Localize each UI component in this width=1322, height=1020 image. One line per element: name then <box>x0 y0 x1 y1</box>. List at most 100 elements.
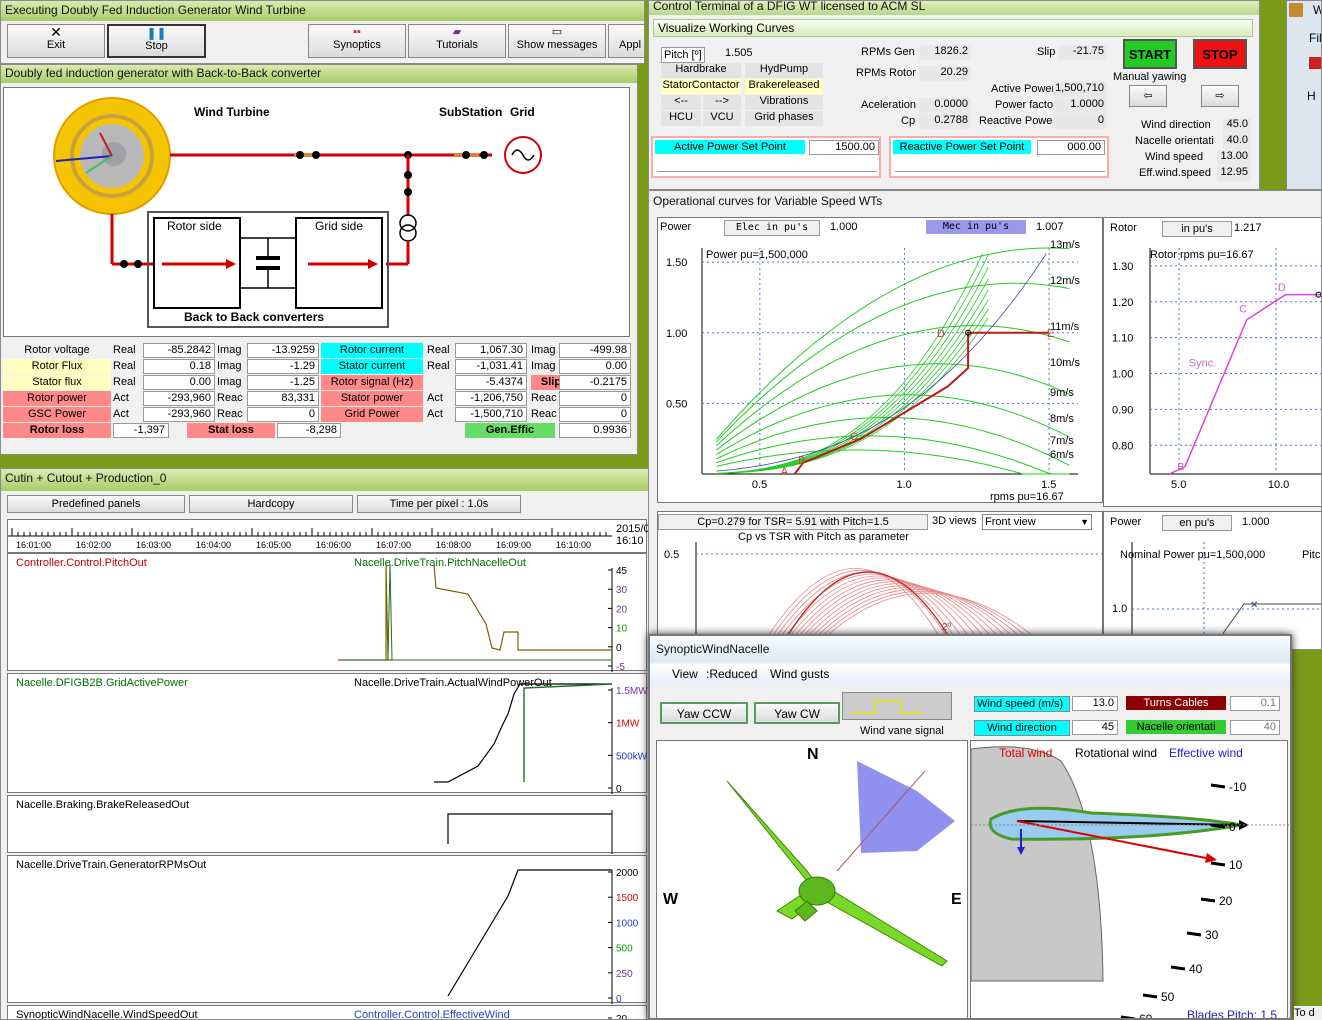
status-toggle[interactable]: StatorContactor <box>661 79 741 94</box>
angle-tick <box>1200 897 1216 903</box>
status-toggle[interactable]: Brakereleased <box>745 79 823 94</box>
trend-tick-label: 0 <box>616 643 622 654</box>
y-tick-label: 0.50 <box>666 398 687 410</box>
trend-trace <box>338 563 612 661</box>
north-label: N <box>807 746 819 763</box>
close-icon: ✕ <box>50 24 62 40</box>
wind-speed-value: 13.00 <box>1217 150 1251 165</box>
status-toggle[interactable]: <-- <box>661 95 701 110</box>
cp-value: 0.2788 <box>919 114 971 129</box>
row-name: Stator power <box>321 391 423 406</box>
rps-input[interactable]: 000.00 <box>1037 140 1105 155</box>
blade-shape <box>726 780 823 892</box>
time-label: 16:02:00 <box>76 540 111 550</box>
substation-label: SubStation <box>439 105 502 119</box>
file-menu[interactable]: Fil <box>1309 31 1321 45</box>
status-toggle[interactable]: Grid phases <box>745 111 823 126</box>
time-label: 16:09:00 <box>496 540 531 550</box>
trend-tick-label: 0 <box>616 784 622 794</box>
row-name: Rotor power <box>3 391 111 406</box>
visualize-tab[interactable]: Visualize Working Curves <box>653 19 1253 37</box>
yaw-left-button[interactable]: ⇦ <box>1129 85 1167 107</box>
rps-slider[interactable] <box>895 164 1105 172</box>
time-per-pixel-button[interactable]: Time per pixel : 1.0s <box>357 495 521 513</box>
wind-speed-label: 6m/s <box>1050 449 1074 461</box>
blades-pitch-label: Blades Pitch: 1.5 <box>1187 1008 1277 1020</box>
slip-label: Slip <box>1037 46 1056 58</box>
show-messages-button[interactable]: ▭ Show messages <box>508 24 606 58</box>
menu-view[interactable]: View <box>672 667 698 681</box>
syn-title: SynopticWindNacelle <box>650 636 1290 662</box>
synoptics-button[interactable]: ▪▪ Synoptics <box>308 24 406 58</box>
wind-turbine-label: Wind Turbine <box>194 105 270 119</box>
stop-button[interactable]: ❚❚ Stop <box>107 24 206 58</box>
manual-yaw-label: Manual yawing <box>1113 71 1187 83</box>
appl-button[interactable]: Appl <box>608 24 644 58</box>
yaw-right-button[interactable]: ⇨ <box>1201 85 1239 107</box>
row-tag: Imag <box>217 344 242 356</box>
trend-tick-label: 1500 <box>616 893 639 904</box>
row-tag: Imag <box>217 376 242 388</box>
wind-speed-label: 11m/s <box>1050 321 1080 333</box>
x-tick-label: 0.5 <box>752 479 767 491</box>
trend-tick-label: 20 <box>616 1014 628 1020</box>
pause-icon: ❚❚ <box>146 26 167 40</box>
menu-reduced[interactable]: :Reduced <box>706 667 757 681</box>
y-tick-label: 1.30 <box>1112 261 1133 273</box>
syn-wd-value[interactable]: 45 <box>1072 720 1118 735</box>
syn-ws-value[interactable]: 13.0 <box>1072 696 1118 711</box>
wind-dir-value: 45.0 <box>1223 118 1251 133</box>
status-toggle[interactable]: Hardbrake <box>661 63 741 78</box>
trend-tick-label: 0 <box>616 994 622 1004</box>
wind-speed-label: Wind speed <box>1145 151 1204 163</box>
yaw-ccw-button[interactable]: Yaw CCW <box>660 702 748 724</box>
row-tag: Real <box>427 344 450 356</box>
vane-label: Wind vane signal <box>860 725 944 737</box>
x-tick-label: 5.0 <box>1171 479 1186 491</box>
sync-label: Sync. <box>1189 357 1217 369</box>
row-value: -293,960 <box>143 407 215 422</box>
status-toggle[interactable]: HCU <box>661 111 701 126</box>
stop-turbine-button[interactable]: STOP <box>1193 39 1247 69</box>
cutin-window: Cutin + Cutout + Production_0 Predefined… <box>0 468 649 1020</box>
rps-box: Reactive Power Set Point 000.00 <box>889 136 1109 178</box>
turns-value: 0.1 <box>1230 696 1280 711</box>
dfig-title: Doubly fed induction generator with Back… <box>1 65 637 83</box>
rotor-side-label: Rotor side <box>167 219 222 233</box>
trend-tick-label: 45 <box>616 566 628 577</box>
right-edge-window: W Fil H <box>1286 0 1322 190</box>
aps-slider[interactable] <box>657 164 877 172</box>
row-value: -1.29 <box>247 359 319 374</box>
trend-panel: Controller.Control.PitchOut Nacelle.Drive… <box>7 553 647 672</box>
home-tab[interactable]: H <box>1307 89 1316 103</box>
arrow-left-icon: ⇦ <box>1143 90 1153 102</box>
west-label: W <box>663 891 679 908</box>
hardcopy-button[interactable]: Hardcopy <box>189 495 353 513</box>
predefined-panels-button[interactable]: Predefined panels <box>7 495 185 513</box>
grid-side-label: Grid side <box>315 219 363 233</box>
control-terminal: Control Terminal of a DFIG WT licensed t… <box>648 0 1260 190</box>
row-name: Stator flux <box>3 375 111 390</box>
yaw-cw-button[interactable]: Yaw CW <box>754 702 840 724</box>
time-label: 16:04:00 <box>196 540 231 550</box>
pitch-label: Pitch [º] <box>661 47 705 63</box>
status-toggle[interactable]: Vibrations <box>745 95 823 110</box>
cp-max-curve <box>716 289 989 474</box>
slip-value: -21.75 <box>1059 45 1107 60</box>
trend-tick-label: 2000 <box>616 868 639 879</box>
row-tag: Act <box>427 408 443 420</box>
status-toggle[interactable]: VCU <box>703 111 741 126</box>
operating-point-label: A <box>781 466 789 478</box>
row-tag: Reac <box>217 392 243 404</box>
rot-wind-label: Rotational wind <box>1075 746 1157 760</box>
aps-input[interactable]: 1500.00 <box>809 140 879 155</box>
angle-label: 50 <box>1161 990 1175 1004</box>
row-name: GSC Power <box>3 407 111 422</box>
start-button[interactable]: START <box>1123 39 1177 69</box>
status-toggle[interactable]: --> <box>703 95 741 110</box>
status-toggle[interactable]: HydPump <box>745 63 823 78</box>
exit-button[interactable]: ✕ Exit <box>7 24 105 58</box>
menu-wind-gusts[interactable]: Wind gusts <box>770 667 829 681</box>
tutorials-button[interactable]: ▰ Tutorials <box>408 24 506 58</box>
svg-text:✕: ✕ <box>1250 600 1258 611</box>
